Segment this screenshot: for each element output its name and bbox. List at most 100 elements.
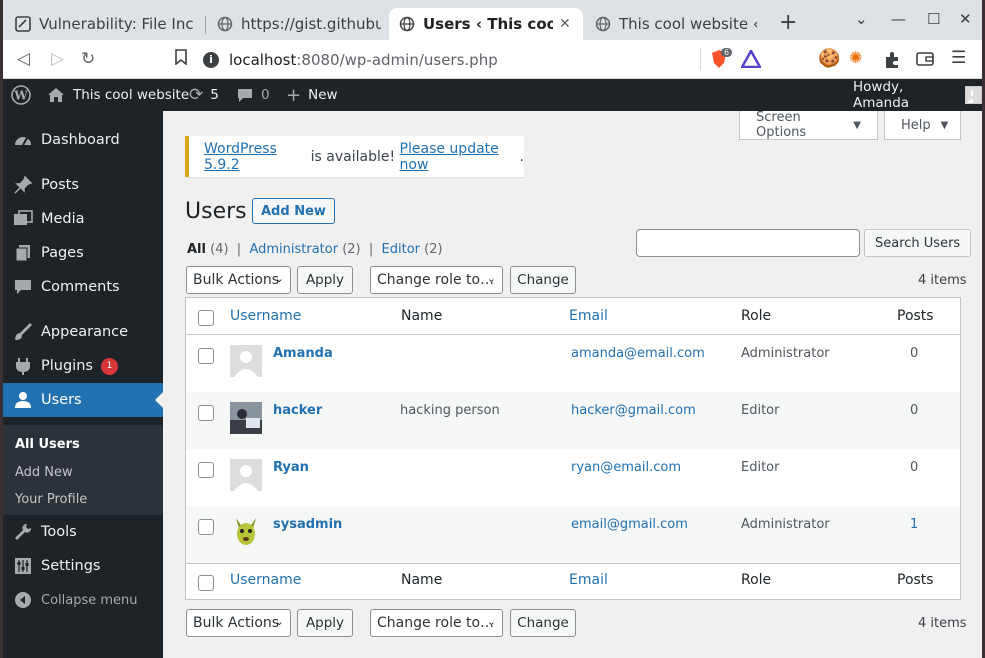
row-checkbox[interactable]	[198, 462, 214, 478]
site-name-link[interactable]: This cool website	[47, 79, 189, 111]
sidebar-item-media[interactable]: Media	[3, 202, 163, 236]
howdy-text: Howdy, Amanda	[853, 79, 910, 111]
updates-link[interactable]: ⟳ 5	[189, 79, 219, 111]
email-link[interactable]: ryan@email.com	[571, 460, 681, 475]
sidebar-item-posts[interactable]: Posts	[3, 168, 163, 202]
username-link[interactable]: Ryan	[273, 460, 309, 475]
globe-icon	[595, 16, 611, 32]
comments-link[interactable]: 0	[237, 79, 270, 111]
select-all-checkbox[interactable]	[198, 575, 214, 591]
hackbar-extension-icon[interactable]: ✺	[849, 48, 862, 67]
filter-administrator[interactable]: Administrator	[249, 242, 338, 257]
avatar	[964, 86, 982, 104]
forward-icon[interactable]: ▷	[51, 49, 64, 69]
bulk-actions-select[interactable]: Bulk Actions ⌄	[186, 266, 291, 294]
filter-editor[interactable]: Editor	[382, 242, 420, 257]
search-users-button[interactable]: Search Users	[864, 229, 972, 257]
select-all-checkbox[interactable]	[198, 310, 214, 326]
tab-vulnerability[interactable]: Vulnerability: File Inclu	[5, 8, 205, 40]
tab-lost-password[interactable]: This cool website ‹ Los	[585, 8, 767, 40]
wallet-icon[interactable]	[916, 51, 934, 71]
submenu-add-new[interactable]: Add New	[15, 465, 73, 480]
extensions-puzzle-icon[interactable]	[883, 51, 901, 73]
sidebar-item-dashboard[interactable]: Dashboard	[3, 123, 163, 157]
username-link[interactable]: sysadmin	[273, 517, 342, 532]
help-button[interactable]: Help ▼	[884, 111, 961, 140]
bulk-actions-select-bottom[interactable]: Bulk Actions ⌄	[186, 609, 291, 637]
reload-icon[interactable]: ↻	[81, 49, 95, 69]
sidebar-item-pages[interactable]: Pages	[3, 236, 163, 270]
column-username[interactable]: Username	[230, 572, 301, 588]
sidebar-item-plugins[interactable]: Plugins 1	[3, 349, 163, 383]
menu-icon[interactable]: ☰	[951, 48, 966, 68]
add-new-user-button[interactable]: Add New	[252, 198, 335, 224]
close-tab-icon[interactable]: ✕	[559, 16, 571, 32]
items-count: 4 items	[918, 273, 967, 288]
pushpin-icon	[13, 175, 33, 195]
username-link[interactable]: Amanda	[273, 346, 333, 361]
new-tab-icon[interactable]: +	[779, 10, 797, 35]
close-window-icon[interactable]: ✕	[959, 10, 972, 28]
address-bar[interactable]: i localhost:8080/wp-admin/users.php	[203, 45, 698, 74]
cookie-extension-icon[interactable]: 🍪	[818, 48, 840, 69]
change-role-select[interactable]: Change role to… ⌄	[370, 266, 503, 294]
bookmark-icon[interactable]	[175, 49, 187, 70]
row-checkbox[interactable]	[198, 348, 214, 364]
email-link[interactable]: hacker@gmail.com	[571, 403, 696, 418]
filter-separator: |	[368, 242, 374, 257]
column-username[interactable]: Username	[230, 308, 301, 324]
wordpress-logo-icon[interactable]: W	[11, 79, 39, 111]
change-button-bottom[interactable]: Change	[510, 609, 576, 637]
screen-options-button[interactable]: Screen Options ▼	[739, 110, 878, 140]
tab-title: Vulnerability: File Inclu	[39, 15, 195, 33]
update-now-link[interactable]: Please update now	[400, 141, 520, 173]
maximize-icon[interactable]: ☐	[927, 10, 940, 28]
submenu-all-users[interactable]: All Users	[15, 437, 80, 452]
search-users-input[interactable]	[636, 229, 860, 257]
change-role-select-bottom[interactable]: Change role to… ⌄	[370, 609, 503, 637]
minimize-icon[interactable]: —	[891, 10, 906, 28]
tab-search-chevron-icon[interactable]: ⌄	[855, 10, 868, 28]
sidebar-item-tools[interactable]: Tools	[3, 515, 163, 549]
site-name: This cool website	[73, 87, 190, 103]
collapse-arrow-icon	[13, 590, 33, 610]
apply-button[interactable]: Apply	[297, 266, 353, 294]
back-icon[interactable]: ◁	[17, 49, 30, 69]
tab-gist[interactable]: https://gist.githubuse	[207, 8, 391, 40]
row-checkbox[interactable]	[198, 519, 214, 535]
filter-count: (2)	[420, 242, 443, 257]
email-link[interactable]: email@gmail.com	[571, 517, 688, 532]
globe-icon	[399, 16, 415, 32]
filter-count: (4)	[205, 242, 229, 257]
updates-count: 5	[210, 87, 219, 103]
username-link[interactable]: hacker	[273, 403, 322, 418]
sidebar-item-users[interactable]: Users	[3, 383, 163, 417]
tab-users-active[interactable]: Users ‹ This cool we ✕	[389, 8, 583, 40]
row-checkbox[interactable]	[198, 405, 214, 421]
column-email[interactable]: Email	[569, 308, 608, 324]
tab-strip: Vulnerability: File Inclu https://gist.g…	[3, 0, 982, 40]
email-link[interactable]: amanda@email.com	[571, 346, 705, 361]
brave-shields-badge: 6	[721, 48, 733, 57]
submenu-your-profile[interactable]: Your Profile	[15, 492, 87, 507]
post-count-link[interactable]: 1	[910, 517, 918, 532]
sidebar-item-settings[interactable]: Settings	[3, 549, 163, 583]
url-host: localhost	[229, 50, 297, 69]
sidebar-item-appearance[interactable]: Appearance	[3, 315, 163, 349]
new-content-link[interactable]: + New	[286, 79, 338, 111]
my-account-link[interactable]: Howdy, Amanda	[853, 79, 982, 111]
users-submenu: All Users Add New Your Profile	[3, 425, 163, 515]
column-email[interactable]: Email	[569, 572, 608, 588]
user-role: Editor	[741, 403, 780, 418]
change-button[interactable]: Change	[510, 266, 576, 294]
site-info-icon[interactable]: i	[203, 51, 219, 68]
brave-rewards-icon[interactable]	[739, 48, 763, 72]
sidebar-item-label: Tools	[41, 524, 77, 540]
wordpress-version-link[interactable]: WordPress 5.9.2	[204, 141, 306, 173]
collapse-menu-button[interactable]: Collapse menu	[3, 583, 163, 617]
toolbar-divider	[700, 48, 701, 70]
sidebar-item-comments[interactable]: Comments	[3, 270, 163, 304]
home-icon	[48, 88, 64, 102]
apply-button-bottom[interactable]: Apply	[297, 609, 353, 637]
filter-all[interactable]: All	[187, 242, 206, 257]
